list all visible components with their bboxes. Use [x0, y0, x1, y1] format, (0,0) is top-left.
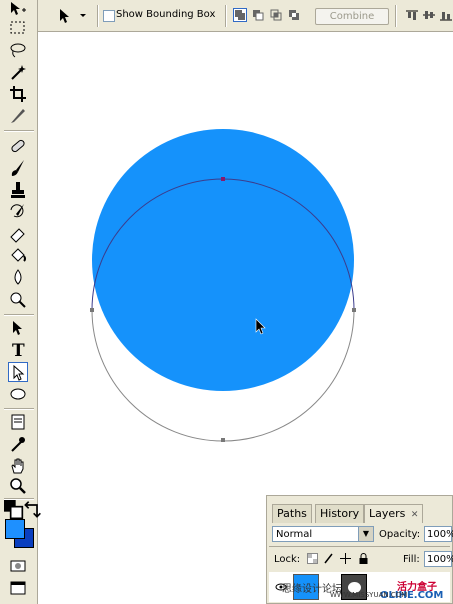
direct-selection-tool-preset-icon[interactable] [56, 5, 90, 25]
hand-tool-icon[interactable] [8, 456, 28, 476]
paint-bucket-tool-icon[interactable] [8, 246, 28, 266]
anchor-point-top[interactable] [221, 177, 225, 181]
marquee-tool-icon[interactable] [8, 18, 28, 38]
clone-stamp-tool-icon[interactable] [8, 180, 28, 200]
subtract-from-shape-area-icon[interactable] [251, 8, 265, 22]
lock-label: Lock: [274, 554, 301, 565]
brush-tool-icon[interactable] [8, 158, 28, 178]
default-colors-icon[interactable] [4, 500, 24, 520]
tab-paths[interactable]: Paths [272, 504, 312, 523]
standard-mode-icon[interactable] [8, 556, 28, 576]
foreground-color-swatch[interactable] [5, 519, 25, 539]
anchor-point-bottom[interactable] [221, 438, 225, 442]
zoom-tool-icon[interactable] [8, 476, 28, 496]
lock-position-icon[interactable] [340, 553, 351, 564]
tab-layers-label: Layers [369, 507, 406, 520]
opacity-field[interactable]: 100% [424, 526, 453, 542]
ellipse-tool-icon[interactable] [8, 384, 28, 404]
screen-mode-icon[interactable] [8, 578, 28, 598]
eyedropper-tool-icon[interactable] [8, 434, 28, 454]
toolbox: T [0, 0, 41, 604]
dodge-tool-icon[interactable] [8, 290, 28, 310]
intersect-shape-areas-icon[interactable] [269, 8, 283, 22]
fill-field[interactable]: 100% [424, 551, 453, 567]
opacity-label: Opacity: [379, 529, 421, 540]
tab-history[interactable]: History [315, 504, 365, 523]
healing-brush-tool-icon[interactable] [8, 136, 28, 156]
eraser-tool-icon[interactable] [8, 224, 28, 244]
move-tool-icon[interactable] [8, 0, 28, 20]
blue-ellipse-shape[interactable] [92, 129, 354, 391]
blur-tool-icon[interactable] [8, 268, 28, 288]
lock-all-icon[interactable] [358, 553, 369, 564]
lasso-tool-icon[interactable] [8, 40, 28, 60]
notes-tool-icon[interactable] [8, 412, 28, 432]
lock-transparency-icon[interactable] [307, 553, 318, 564]
align-top-edges-icon[interactable] [405, 5, 419, 25]
path-selection-tool-icon[interactable] [8, 318, 28, 338]
slice-tool-icon[interactable] [8, 106, 28, 126]
close-tab-icon[interactable]: ✕ [411, 510, 419, 520]
align-bottom-edges-icon[interactable] [439, 5, 453, 25]
options-bar: Show Bounding Box Combine [0, 0, 453, 32]
magic-wand-tool-icon[interactable] [8, 62, 28, 82]
swap-colors-icon[interactable] [22, 500, 41, 518]
show-bounding-box-label: Show Bounding Box [116, 9, 216, 20]
show-bounding-box-checkbox[interactable] [103, 10, 115, 22]
align-vertical-centers-icon[interactable] [422, 5, 436, 25]
lock-image-icon[interactable] [323, 553, 334, 564]
combine-button[interactable]: Combine [315, 8, 389, 25]
blend-mode-select[interactable]: Normal ▼ [272, 526, 374, 542]
add-to-shape-area-icon[interactable] [233, 8, 247, 22]
exclude-overlapping-areas-icon[interactable] [287, 8, 301, 22]
watermark-url-text: WWW.MISSYUAN.COM [330, 591, 408, 599]
tab-layers[interactable]: Layers ✕ [364, 504, 424, 523]
crop-tool-icon[interactable] [8, 84, 28, 104]
anchor-point-left[interactable] [90, 308, 94, 312]
chevron-down-icon[interactable]: ▼ [358, 527, 373, 541]
svg-text:T: T [12, 341, 25, 360]
anchor-point-right[interactable] [352, 308, 356, 312]
history-brush-tool-icon[interactable] [8, 202, 28, 222]
direct-selection-tool-icon[interactable] [8, 362, 28, 382]
blend-mode-value: Normal [276, 529, 313, 540]
fill-label: Fill: [403, 554, 420, 565]
panel-divider [269, 546, 450, 547]
type-tool-icon[interactable]: T [8, 340, 28, 360]
